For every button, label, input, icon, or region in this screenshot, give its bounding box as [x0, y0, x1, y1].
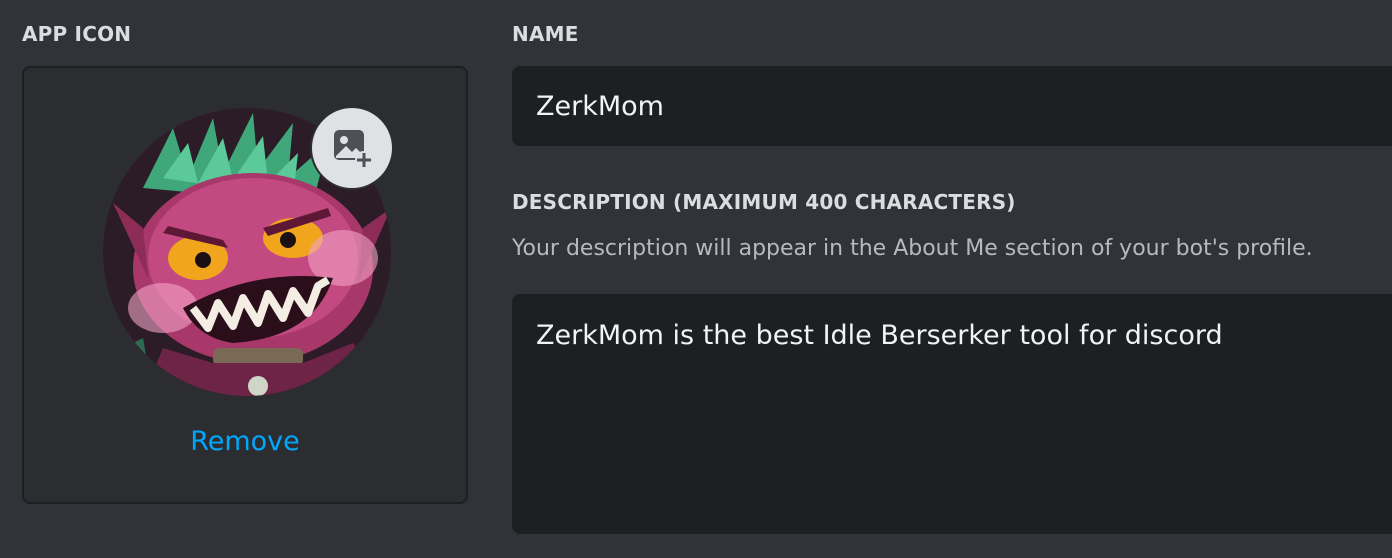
description-textarea[interactable]: ZerkMom is the best Idle Berserker tool … — [512, 294, 1392, 534]
name-label: NAME — [512, 22, 579, 46]
app-icon-card: Remove — [22, 66, 468, 504]
app-icon-label: APP ICON — [22, 22, 132, 46]
name-input[interactable]: ZerkMom — [512, 66, 1392, 146]
description-helper-text: Your description will appear in the Abou… — [512, 236, 1313, 261]
description-label: DESCRIPTION (MAXIMUM 400 CHARACTERS) — [512, 190, 1016, 214]
description-value: ZerkMom is the best Idle Berserker tool … — [536, 320, 1223, 351]
name-input-value: ZerkMom — [536, 90, 664, 122]
image-plus-icon — [334, 130, 373, 169]
remove-icon-link[interactable]: Remove — [24, 426, 466, 457]
upload-avatar-button[interactable] — [312, 108, 392, 188]
